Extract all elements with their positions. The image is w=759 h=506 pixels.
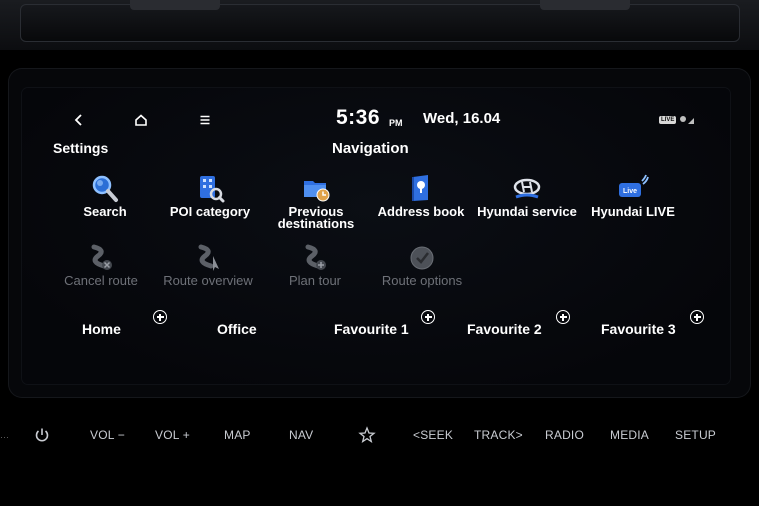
menu-label: Route options xyxy=(381,273,463,288)
add-favourite-home-button[interactable] xyxy=(153,310,167,324)
favourite-office[interactable]: Office xyxy=(217,321,257,337)
top-vent-slot xyxy=(20,4,740,42)
favourite-1[interactable]: Favourite 1 xyxy=(334,321,409,337)
status-indicators: LIVE xyxy=(659,115,695,125)
home-button[interactable] xyxy=(129,108,153,132)
hyundai-service-icon xyxy=(513,178,541,199)
menu-route-options[interactable]: Route options xyxy=(369,240,475,287)
seek-back-button[interactable]: <SEEK xyxy=(413,428,453,442)
menu-label: Cancel route xyxy=(64,273,138,288)
menu-label: POI category xyxy=(169,204,251,219)
menu-label: Search xyxy=(83,204,127,219)
poi-category-icon xyxy=(200,176,225,203)
favorite-star-button[interactable] xyxy=(358,426,376,444)
connection-signal-icon xyxy=(680,116,695,124)
clock-ampm: PM xyxy=(389,118,403,128)
search-icon xyxy=(92,175,118,202)
menu-address-book[interactable]: Address book xyxy=(368,171,474,218)
cancel-route-icon xyxy=(91,244,112,270)
vent-tab-right xyxy=(540,0,630,10)
menu-button[interactable] xyxy=(193,108,217,132)
menu-label: Address book xyxy=(377,204,465,219)
favourite-home[interactable]: Home xyxy=(82,321,121,337)
date-display: Wed, 16.04 xyxy=(423,110,501,127)
chevron-right-icon: > xyxy=(515,428,523,442)
vol-down-button[interactable]: VOL − xyxy=(90,428,125,442)
media-button[interactable]: MEDIA xyxy=(610,428,649,442)
menu-poi-category[interactable]: POI category xyxy=(157,171,263,218)
route-options-icon xyxy=(410,246,434,270)
map-button[interactable]: MAP xyxy=(224,428,251,442)
add-favourite-2-button[interactable] xyxy=(556,310,570,324)
address-book-icon xyxy=(412,175,428,201)
menu-plan-tour[interactable]: Plan tour xyxy=(262,240,368,287)
add-favourite-3-button[interactable] xyxy=(690,310,704,324)
menu-cancel-route[interactable]: Cancel route xyxy=(48,240,154,287)
back-button[interactable] xyxy=(67,108,91,132)
add-favourite-1-button[interactable] xyxy=(421,310,435,324)
menu-hyundai-live[interactable]: Live Hyundai LIVE xyxy=(580,171,686,218)
menu-hyundai-service[interactable]: Hyundai service xyxy=(474,171,580,218)
route-overview-icon xyxy=(198,244,219,271)
menu-label: Plan tour xyxy=(288,273,342,288)
back-chevron-icon xyxy=(74,114,82,126)
menu-label: Route overview xyxy=(163,273,253,288)
hamburger-menu-icon xyxy=(200,115,210,125)
seek-label: SEEK xyxy=(420,428,454,442)
radio-button[interactable]: RADIO xyxy=(545,428,584,442)
hyundai-live-icon: Live xyxy=(619,174,649,197)
previous-destinations-icon xyxy=(304,181,330,202)
live-badge: LIVE xyxy=(659,116,677,124)
settings-link[interactable]: Settings xyxy=(53,140,108,156)
power-button[interactable] xyxy=(33,426,51,444)
track-label: TRACK xyxy=(474,428,516,442)
menu-label: Hyundai LIVE xyxy=(591,204,675,219)
setup-button[interactable]: SETUP xyxy=(675,428,716,442)
nav-button[interactable]: NAV xyxy=(289,428,313,442)
menu-label: Hyundai service xyxy=(477,204,577,219)
menu-label-line2: destinations xyxy=(277,216,355,231)
favourite-3[interactable]: Favourite 3 xyxy=(601,321,676,337)
menu-route-overview[interactable]: Route overview xyxy=(155,240,261,287)
page-title: Navigation xyxy=(332,140,409,157)
track-forward-button[interactable]: TRACK> xyxy=(474,428,523,442)
svg-text:Live: Live xyxy=(623,188,637,195)
favourite-2[interactable]: Favourite 2 xyxy=(467,321,542,337)
clock-time[interactable]: 5:36 xyxy=(336,106,380,130)
strip-indicator-dots: ··· xyxy=(0,432,9,442)
menu-previous-destinations[interactable]: Previous destinations xyxy=(263,171,369,230)
home-icon xyxy=(135,114,147,126)
touch-screen xyxy=(22,88,730,384)
top-bezel xyxy=(0,0,759,50)
menu-label-multiline: Previous destinations xyxy=(263,205,369,231)
plan-tour-icon xyxy=(305,244,326,270)
vol-up-button[interactable]: VOL + xyxy=(155,428,190,442)
menu-search[interactable]: Search xyxy=(52,171,158,218)
vent-tab-left xyxy=(130,0,220,10)
